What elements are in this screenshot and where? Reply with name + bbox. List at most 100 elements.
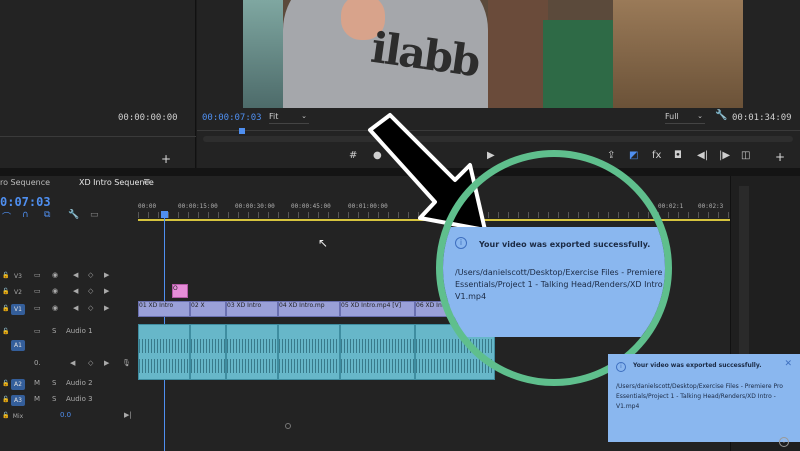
audio-clip[interactable] [190, 324, 226, 380]
track-name: Mix [12, 413, 24, 420]
export-frame-icon[interactable]: ⇪ [607, 150, 615, 161]
menu-icon[interactable]: ≡ [143, 177, 151, 187]
add-button[interactable]: + [775, 150, 785, 164]
linked-selection-icon[interactable]: ⧉ [44, 210, 50, 220]
add-button[interactable]: + [161, 152, 171, 166]
sequence-timecode[interactable]: 0:07:03 [0, 195, 51, 209]
sync-lock-icon[interactable]: ▭ [34, 271, 41, 279]
fx-icon[interactable]: fx [652, 150, 661, 161]
audio-clip[interactable] [138, 324, 190, 380]
lock-icon[interactable]: 🔓 [2, 328, 9, 335]
next-keyframe-icon[interactable]: ▶ [104, 304, 109, 312]
video-clip[interactable]: 01 XD Intro [138, 301, 190, 317]
prev-keyframe-icon[interactable]: ◀ [70, 359, 75, 367]
audio-clip[interactable] [278, 324, 340, 380]
info-icon: i [616, 362, 626, 372]
lock-icon[interactable]: 🔓 [2, 412, 9, 419]
tab-sequence[interactable]: ro Sequence [0, 178, 50, 187]
mix-value[interactable]: 0.0 [60, 411, 71, 419]
graphic-clip[interactable]: O [172, 284, 188, 298]
waveform [279, 339, 339, 353]
keyframe-icon[interactable]: ◇ [88, 287, 93, 295]
next-keyframe-icon[interactable]: ▶ [104, 287, 109, 295]
next-keyframe-icon[interactable]: ▶ [104, 271, 109, 279]
marker-icon[interactable]: # [349, 150, 357, 161]
source-scrub-bar[interactable] [0, 136, 196, 146]
go-to-in-icon[interactable]: ◀| [697, 150, 708, 161]
wrench-icon[interactable]: 🔧 [68, 210, 79, 220]
lock-icon[interactable]: 🔓 [2, 288, 9, 295]
mute-icon[interactable]: M [34, 395, 40, 403]
program-timecode[interactable]: 00:00:07:03 [202, 113, 262, 123]
video-clip[interactable]: 05 XD Intro.mp4 [V] [340, 301, 415, 317]
volume-icon[interactable]: 0. [34, 359, 41, 367]
eye-icon[interactable]: ◉ [52, 287, 58, 295]
track-name[interactable]: A1 [11, 340, 25, 351]
toast-title: Your video was exported successfully. [633, 362, 762, 369]
scroll-thumb[interactable] [285, 423, 291, 429]
program-playhead[interactable] [239, 128, 245, 134]
snap-icon[interactable]: ∩ [22, 210, 29, 220]
track-header-a1: 🔓 A1 ▭ S Audio 1 0. ◀ ◇ ▶ 🎙 [0, 324, 138, 376]
lock-icon[interactable]: 🔓 [2, 305, 9, 312]
track-name[interactable]: A3 [11, 395, 25, 406]
lock-icon[interactable]: 🔓 [2, 272, 9, 279]
nest-icon[interactable]: ⌒ [2, 210, 11, 223]
go-to-out-icon[interactable]: |▶ [719, 150, 730, 161]
mouse-cursor-icon: ↖ [318, 236, 329, 250]
toast-path[interactable]: /Users/danielscott/Desktop/Exercise File… [616, 382, 796, 412]
waveform [279, 359, 339, 373]
video-clip[interactable]: 03 XD Intro [226, 301, 278, 317]
keyframe-icon[interactable]: ◇ [88, 304, 93, 312]
timeline-playhead[interactable] [161, 211, 168, 218]
comparison-view-icon[interactable]: ◩ [629, 150, 638, 161]
keyframe-icon[interactable]: ◇ [88, 271, 93, 279]
vr-icon[interactable]: ◫ [741, 150, 750, 161]
track-label: Audio 2 [66, 379, 93, 387]
audio-clip[interactable] [340, 324, 415, 380]
solo-icon[interactable]: S [52, 395, 56, 403]
close-icon[interactable]: ✕ [784, 359, 792, 369]
sync-lock-icon[interactable]: ▭ [34, 287, 41, 295]
mute-icon[interactable]: M [34, 379, 40, 387]
prev-keyframe-icon[interactable]: ◀ [73, 304, 78, 312]
export-toast[interactable]: i Your video was exported successfully. … [608, 354, 800, 442]
eye-icon[interactable]: ◉ [52, 304, 58, 312]
source-timecode[interactable]: 00:00:00:00 [118, 113, 178, 123]
zoom-select[interactable]: Fit ⌄ [269, 112, 309, 124]
track-name[interactable]: V3 [11, 271, 25, 282]
mic-icon[interactable]: 🎙 [122, 359, 131, 367]
video-clip[interactable]: 02 X [190, 301, 226, 317]
callout-title: Your video was exported successfully. [479, 240, 651, 249]
info-icon[interactable]: i [779, 437, 789, 447]
audio-clip[interactable] [226, 324, 278, 380]
track-header-v1: 🔓 V1 ▭ ◉ ◀ ◇ ▶ [0, 301, 138, 317]
lock-icon[interactable]: 🔓 [2, 396, 9, 403]
presenter: ilabb [283, 0, 488, 108]
ruler-label: 00:02:1 [658, 203, 684, 210]
resolution-select[interactable]: Full ⌄ [665, 112, 705, 124]
track-name[interactable]: V1 [11, 304, 25, 315]
camera-icon[interactable]: ◘ [674, 150, 682, 161]
track-name[interactable]: V2 [11, 287, 25, 298]
track-name[interactable]: A2 [11, 379, 25, 390]
solo-icon[interactable]: S [52, 379, 56, 387]
wrench-icon[interactable]: 🔧 [715, 110, 727, 121]
keyframe-icon[interactable]: ◇ [88, 359, 93, 367]
sync-lock-icon[interactable]: ▭ [34, 327, 41, 335]
go-to-end-icon[interactable]: ▶| [124, 411, 132, 419]
sync-lock-icon[interactable]: ▭ [34, 304, 41, 312]
eye-icon[interactable]: ◉ [52, 271, 58, 279]
zoom-select-value: Fit [269, 112, 279, 121]
waveform [341, 359, 414, 373]
source-monitor: 00:00:00:00 + [0, 0, 196, 168]
solo-icon[interactable]: S [52, 327, 56, 335]
track-header-mix: 🔓 Mix 0.0 ▶| [0, 408, 138, 424]
prev-keyframe-icon[interactable]: ◀ [73, 287, 78, 295]
captions-icon[interactable]: ▭ [90, 210, 99, 220]
next-keyframe-icon[interactable]: ▶ [104, 359, 109, 367]
waveform [139, 359, 189, 373]
video-clip[interactable]: 04 XD Intro.mp [278, 301, 340, 317]
prev-keyframe-icon[interactable]: ◀ [73, 271, 78, 279]
lock-icon[interactable]: 🔓 [2, 380, 9, 387]
